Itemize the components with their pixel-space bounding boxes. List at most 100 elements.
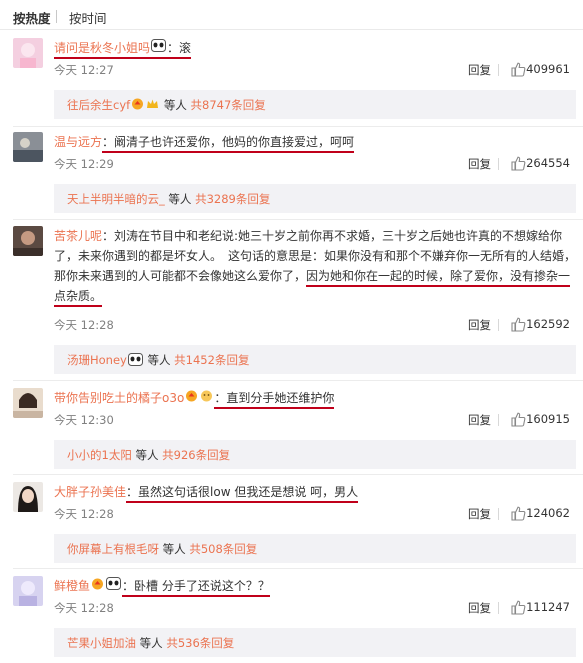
- reply-button[interactable]: 回复: [468, 156, 491, 172]
- vip-badge-icon: [91, 576, 104, 597]
- avatar[interactable]: [13, 226, 43, 256]
- comment-username[interactable]: 带你告别吃土的橘子o3o: [54, 391, 184, 405]
- comment-username[interactable]: 请问是秋冬小姐吗: [54, 41, 150, 55]
- sub-replies-bar[interactable]: 你屏幕上有根毛呀 等人 共508条回复: [54, 534, 576, 563]
- like-count: 111247: [526, 600, 570, 614]
- sub-replies-bar[interactable]: 汤珊Honey 等人 共1452条回复: [54, 345, 576, 374]
- like-count: 124062: [526, 506, 570, 520]
- sub-reply-count[interactable]: 共536条回复: [166, 636, 234, 650]
- reply-button[interactable]: 回复: [468, 317, 491, 333]
- thumbs-up-icon[interactable]: [510, 61, 526, 77]
- sub-reply-user[interactable]: 往后余生cyf: [67, 98, 130, 112]
- comment-username[interactable]: 苦茶儿呢: [54, 229, 102, 243]
- comment-text: 温与远方：阚清子也许还爱你，他妈的你直接爱过，呵呵: [54, 132, 576, 153]
- reply-button[interactable]: 回复: [468, 506, 491, 522]
- sub-reply-user[interactable]: 芒果小姐加油: [67, 636, 136, 650]
- comment-content: ：虽然这句话很low 但我还是想说 呵，男人: [126, 485, 359, 503]
- avatar[interactable]: [13, 576, 43, 606]
- meta-separator: [498, 158, 499, 170]
- comment-time: 今天 12:28: [54, 507, 114, 521]
- sub-reply-count[interactable]: 共8747条回复: [191, 98, 266, 112]
- comment-meta: 今天 12:28 回复 162592: [54, 317, 576, 333]
- comment-meta: 今天 12:28 回复 124062: [54, 506, 576, 522]
- reply-button[interactable]: 回复: [468, 600, 491, 616]
- thumbs-up-icon[interactable]: [510, 505, 526, 521]
- sub-reply-user[interactable]: 天上半明半暗的云_: [67, 192, 165, 206]
- sub-reply-count[interactable]: 共1452条回复: [174, 353, 249, 367]
- sub-replies-bar[interactable]: 天上半明半暗的云_ 等人 共3289条回复: [54, 184, 576, 213]
- avatar[interactable]: [13, 38, 43, 68]
- comment-username[interactable]: 大胖子孙美佳: [54, 485, 126, 499]
- comment-content: ：滚: [167, 41, 192, 55]
- panda-icon: [127, 352, 143, 369]
- avatar[interactable]: [13, 388, 43, 418]
- like-count: 409961: [526, 62, 570, 76]
- comment-divider: [13, 126, 583, 127]
- comment-divider: [13, 568, 583, 569]
- thumbs-up-icon[interactable]: [510, 316, 526, 332]
- comment-content: ：阚清子也许还爱你，他妈的你直接爱过，呵呵: [102, 135, 355, 153]
- comment-meta: 今天 12:30 回复 160915: [54, 412, 576, 428]
- comment-divider: [13, 380, 583, 381]
- meta-separator: [498, 414, 499, 426]
- vip-badge-icon: [131, 98, 144, 113]
- comment-text: 鲜橙鱼 ：卧槽 分手了还说这个？？: [54, 576, 576, 597]
- avatar[interactable]: [13, 132, 43, 162]
- sub-replies-text: 小小的1太阳 等人 共926条回复: [67, 448, 231, 462]
- sub-replies-text: 芒果小姐加油 等人 共536条回复: [67, 636, 235, 650]
- like-count: 162592: [526, 317, 570, 331]
- comment-time: 今天 12:28: [54, 601, 114, 615]
- comment-username[interactable]: 温与远方: [54, 135, 102, 149]
- sub-reply-count[interactable]: 共926条回复: [162, 448, 230, 462]
- comment-text: 苦茶儿呢：刘涛在节目中和老纪说:她三十岁之前你再不求婚，三十岁之后她也许真的不想…: [54, 226, 576, 307]
- comment-time: 今天 12:27: [54, 63, 114, 77]
- thumbs-up-icon[interactable]: [510, 155, 526, 171]
- thumbs-up-icon[interactable]: [510, 599, 526, 615]
- sub-reply-user[interactable]: 你屏幕上有根毛呀: [67, 542, 159, 556]
- meta-separator: [498, 602, 499, 614]
- comment-username[interactable]: 鲜橙鱼: [54, 579, 90, 593]
- comment-divider: [13, 219, 583, 220]
- thumbs-up-icon[interactable]: [510, 411, 526, 427]
- panda-icon: [106, 576, 122, 597]
- tab-sort-by-time[interactable]: 按时间: [69, 8, 107, 27]
- comment-meta: 今天 12:28 回复 111247: [54, 600, 576, 616]
- avatar[interactable]: [13, 482, 43, 512]
- sub-replies-bar[interactable]: 小小的1太阳 等人 共926条回复: [54, 440, 576, 469]
- vip-badge-icon: [185, 388, 198, 409]
- comment-content: ：卧槽 分手了还说这个？？: [122, 579, 270, 597]
- comment-divider: [13, 474, 583, 475]
- sort-tabs: 按热度 按时间: [0, 0, 583, 30]
- comment-content: ：直到分手她还维护你: [214, 391, 335, 409]
- sub-replies-text: 你屏幕上有根毛呀 等人 共508条回复: [67, 542, 258, 556]
- meta-separator: [498, 319, 499, 331]
- meta-separator: [498, 508, 499, 520]
- sub-replies-text: 天上半明半暗的云_ 等人 共3289条回复: [67, 192, 271, 206]
- like-count: 160915: [526, 412, 570, 426]
- emoji-badge-icon: [200, 388, 213, 409]
- reply-button[interactable]: 回复: [468, 412, 491, 428]
- comment-text: 请问是秋冬小姐吗 ：滚: [54, 38, 576, 59]
- panda-icon: [151, 38, 167, 59]
- tab-divider: [56, 10, 57, 23]
- sub-reply-user[interactable]: 小小的1太阳: [67, 448, 132, 462]
- like-count: 264554: [526, 156, 570, 170]
- sub-replies-bar[interactable]: 芒果小姐加油 等人 共536条回复: [54, 628, 576, 657]
- comment-meta: 今天 12:29 回复 264554: [54, 156, 576, 172]
- tab-sort-by-hot[interactable]: 按热度: [13, 8, 51, 27]
- comment-meta: 今天 12:27 回复 409961: [54, 62, 576, 78]
- sub-replies-bar[interactable]: 往后余生cyf 等人 共8747条回复: [54, 90, 576, 119]
- comment-time: 今天 12:28: [54, 318, 114, 332]
- sub-replies-text: 往后余生cyf 等人 共8747条回复: [67, 98, 266, 113]
- comment-text: 大胖子孙美佳：虽然这句话很low 但我还是想说 呵，男人: [54, 482, 576, 503]
- comment-time: 今天 12:29: [54, 157, 114, 171]
- meta-separator: [498, 64, 499, 76]
- comment-text: 带你告别吃土的橘子o3o ：直到分手她还维护你: [54, 388, 576, 409]
- sub-replies-text: 汤珊Honey 等人 共1452条回复: [67, 352, 250, 369]
- sub-reply-count[interactable]: 共3289条回复: [195, 192, 270, 206]
- sub-reply-user[interactable]: 汤珊Honey: [67, 353, 127, 367]
- comment-time: 今天 12:30: [54, 413, 114, 427]
- sub-reply-count[interactable]: 共508条回复: [189, 542, 257, 556]
- reply-button[interactable]: 回复: [468, 62, 491, 78]
- crown-badge-icon: [146, 98, 159, 113]
